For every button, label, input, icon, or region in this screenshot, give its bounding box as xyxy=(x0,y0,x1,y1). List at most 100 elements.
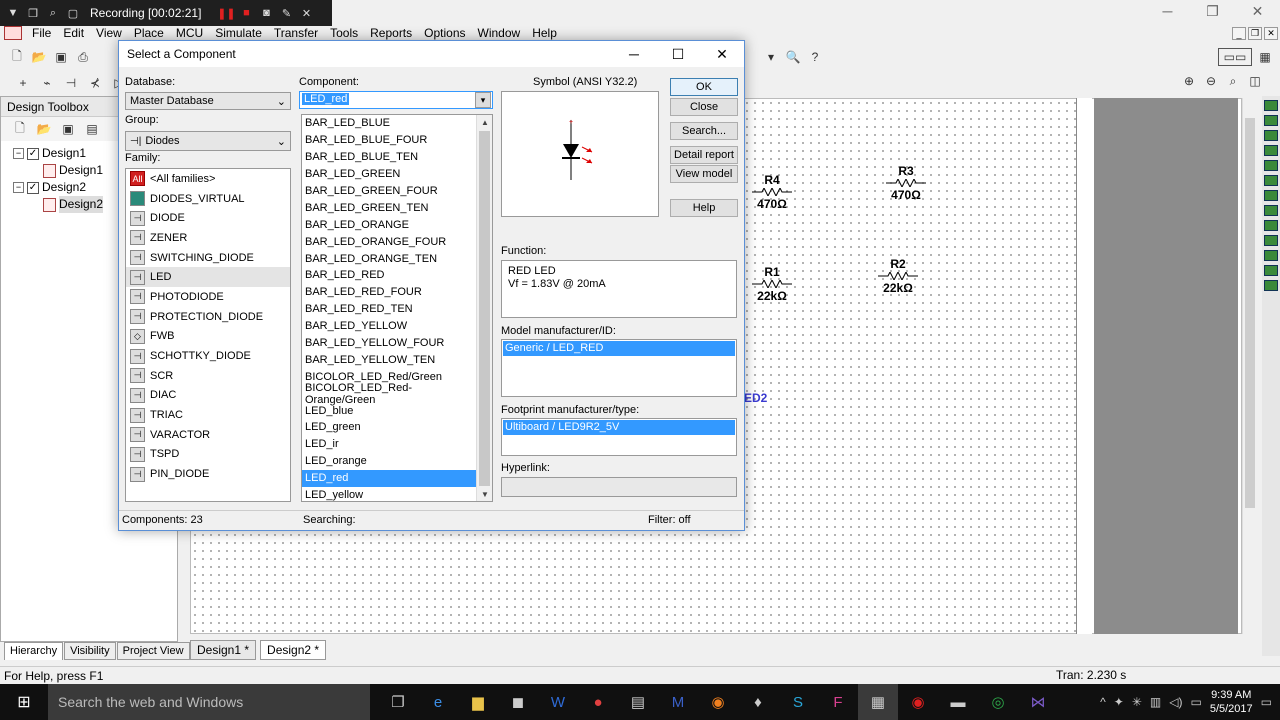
distortion-analyzer-icon[interactable] xyxy=(1264,250,1278,261)
tab-hierarchy[interactable]: Hierarchy xyxy=(4,642,64,660)
component-item[interactable]: BAR_LED_ORANGE_TEN xyxy=(302,250,477,267)
zoom-out-icon[interactable]: ⊖ xyxy=(1202,72,1220,90)
m-app-icon[interactable]: M xyxy=(658,684,698,720)
stop-icon[interactable]: ■ xyxy=(239,6,253,20)
component-item[interactable]: BAR_LED_BLUE xyxy=(302,115,477,132)
close-icon[interactable]: ✕ xyxy=(299,6,313,20)
firefox-icon[interactable]: ◉ xyxy=(698,684,738,720)
iv-analyzer-icon[interactable] xyxy=(1264,235,1278,246)
properties-icon[interactable]: ▤ xyxy=(83,120,101,138)
visual-studio-icon[interactable]: ⋈ xyxy=(1018,684,1058,720)
component-item[interactable]: BAR_LED_BLUE_FOUR xyxy=(302,132,477,149)
edge-icon[interactable]: e xyxy=(418,684,458,720)
family-item[interactable]: DIODES_VIRTUAL xyxy=(126,189,290,209)
wattmeter-icon[interactable] xyxy=(1264,130,1278,141)
dialog-minimize-icon[interactable]: ─ xyxy=(612,41,656,67)
family-item[interactable]: ⊣ DIAC xyxy=(126,386,290,406)
component-item[interactable]: BICOLOR_LED_Red-Orange/Green xyxy=(302,382,477,406)
multisim-icon[interactable]: ▦ xyxy=(858,684,898,720)
bode-plotter-icon[interactable] xyxy=(1264,160,1278,171)
family-item[interactable]: ⊣ SCR xyxy=(126,366,290,386)
component-item[interactable]: BAR_LED_YELLOW_FOUR xyxy=(302,335,477,352)
apple-icon[interactable]: ● xyxy=(578,684,618,720)
spectrum-analyzer-icon[interactable] xyxy=(1264,265,1278,276)
cmd-icon[interactable]: ▬ xyxy=(938,684,978,720)
scroll-thumb[interactable] xyxy=(1245,118,1255,508)
menu-place[interactable]: Place xyxy=(128,26,170,40)
mdi-minimize-icon[interactable]: _ xyxy=(1232,27,1246,40)
camera-icon[interactable]: ◙ xyxy=(259,6,273,20)
checkbox-icon[interactable]: ✓ xyxy=(27,181,39,194)
partial-label-led2[interactable]: ED2 xyxy=(744,391,767,405)
collapse-icon[interactable]: − xyxy=(13,182,24,193)
family-item[interactable]: ⊣ PHOTODIODE xyxy=(126,287,290,307)
chevron-down-icon[interactable]: ▼ xyxy=(6,6,20,20)
region-icon[interactable]: ▢ xyxy=(66,6,80,20)
collapse-icon[interactable]: − xyxy=(13,148,24,159)
component-item[interactable]: LED_orange xyxy=(302,453,477,470)
component-item[interactable]: BAR_LED_RED_TEN xyxy=(302,301,477,318)
family-item[interactable]: ◇ FWB xyxy=(126,327,290,347)
network-icon[interactable]: ▥ xyxy=(1150,695,1161,709)
tab-design1[interactable]: Design1 * xyxy=(190,640,257,660)
component-item[interactable]: BAR_LED_GREEN xyxy=(302,166,477,183)
app-icon[interactable] xyxy=(4,26,22,40)
notifications-icon[interactable]: ▭ xyxy=(1261,695,1272,709)
chrome-icon[interactable]: ◎ xyxy=(978,684,1018,720)
resistor-r1[interactable]: R1 22kΩ xyxy=(752,265,792,303)
skype-icon[interactable]: S xyxy=(778,684,818,720)
zoom-icon[interactable]: ⌕ xyxy=(46,6,60,20)
filter-icon[interactable]: ▾ xyxy=(475,92,491,108)
family-item[interactable]: All <All families> xyxy=(126,169,290,189)
store-icon[interactable]: ◼ xyxy=(498,684,538,720)
open-design-icon[interactable]: 📂 xyxy=(35,120,53,138)
family-item[interactable]: ⊣ SWITCHING_DIODE xyxy=(126,248,290,268)
logic-analyzer-icon[interactable] xyxy=(1264,205,1278,216)
component-item[interactable]: BAR_LED_YELLOW xyxy=(302,318,477,335)
help-icon[interactable]: ? xyxy=(806,48,824,66)
oscilloscope-icon[interactable] xyxy=(1264,145,1278,156)
scroll-down-icon[interactable]: ▼ xyxy=(477,487,492,501)
detail-report-button[interactable]: Detail report xyxy=(670,146,738,164)
checkbox-icon[interactable]: ✓ xyxy=(27,147,39,160)
tab-design2[interactable]: Design2 * xyxy=(260,640,327,660)
component-item[interactable]: BAR_LED_ORANGE xyxy=(302,216,477,233)
component-item[interactable]: LED_yellow xyxy=(302,487,477,501)
restore-icon[interactable]: ❐ xyxy=(1190,0,1235,22)
network-analyzer-icon[interactable] xyxy=(1264,280,1278,291)
component-item[interactable]: LED_green xyxy=(302,419,477,436)
menu-options[interactable]: Options xyxy=(418,26,471,40)
family-item[interactable]: ⊣ PROTECTION_DIODE xyxy=(126,307,290,327)
bluetooth-icon[interactable]: ✳ xyxy=(1132,695,1142,709)
multimeter-icon[interactable] xyxy=(1264,100,1278,111)
record-icon[interactable]: ◉ xyxy=(898,684,938,720)
lightbulb-icon[interactable]: ♦ xyxy=(738,684,778,720)
database-select[interactable]: Master Database ⌄ xyxy=(125,92,291,110)
message-icon[interactable]: ▭ xyxy=(1190,695,1201,709)
dropdown-icon[interactable]: ▾ xyxy=(762,48,780,66)
family-item[interactable]: ⊣ VARACTOR xyxy=(126,425,290,445)
tab-project-view[interactable]: Project View xyxy=(116,642,190,660)
window-icon[interactable]: ❐ xyxy=(26,6,40,20)
model-item[interactable]: Generic / LED_RED xyxy=(503,341,735,356)
component-item[interactable]: BAR_LED_YELLOW_TEN xyxy=(302,351,477,368)
close-window-icon[interactable]: ✕ xyxy=(1235,0,1280,22)
taskbar-search[interactable]: Search the web and Windows xyxy=(48,684,370,720)
component-item[interactable]: BAR_LED_GREEN_TEN xyxy=(302,199,477,216)
menu-tools[interactable]: Tools xyxy=(324,26,364,40)
family-item[interactable]: ⊣ PIN_DIODE xyxy=(126,464,290,484)
group-select[interactable]: ⊣| Diodes ⌄ xyxy=(125,131,291,151)
family-item-selected[interactable]: ⊣ LED xyxy=(126,267,290,288)
component-item[interactable]: BAR_LED_GREEN_FOUR xyxy=(302,183,477,200)
zoom-in-icon[interactable]: ⊕ xyxy=(1180,72,1198,90)
family-item[interactable]: ⊣ ZENER xyxy=(126,228,290,248)
menu-window[interactable]: Window xyxy=(472,26,527,40)
menu-reports[interactable]: Reports xyxy=(364,26,418,40)
save-icon[interactable]: ▣ xyxy=(52,48,70,66)
new-design-icon[interactable]: 🗋 xyxy=(11,120,29,138)
family-item[interactable]: ⊣ DIODE xyxy=(126,208,290,228)
component-item[interactable]: LED_ir xyxy=(302,436,477,453)
mdi-close-icon[interactable]: ✕ xyxy=(1264,27,1278,40)
resistor-r2[interactable]: R2 22kΩ xyxy=(878,257,918,295)
tab-visibility[interactable]: Visibility xyxy=(64,642,116,660)
